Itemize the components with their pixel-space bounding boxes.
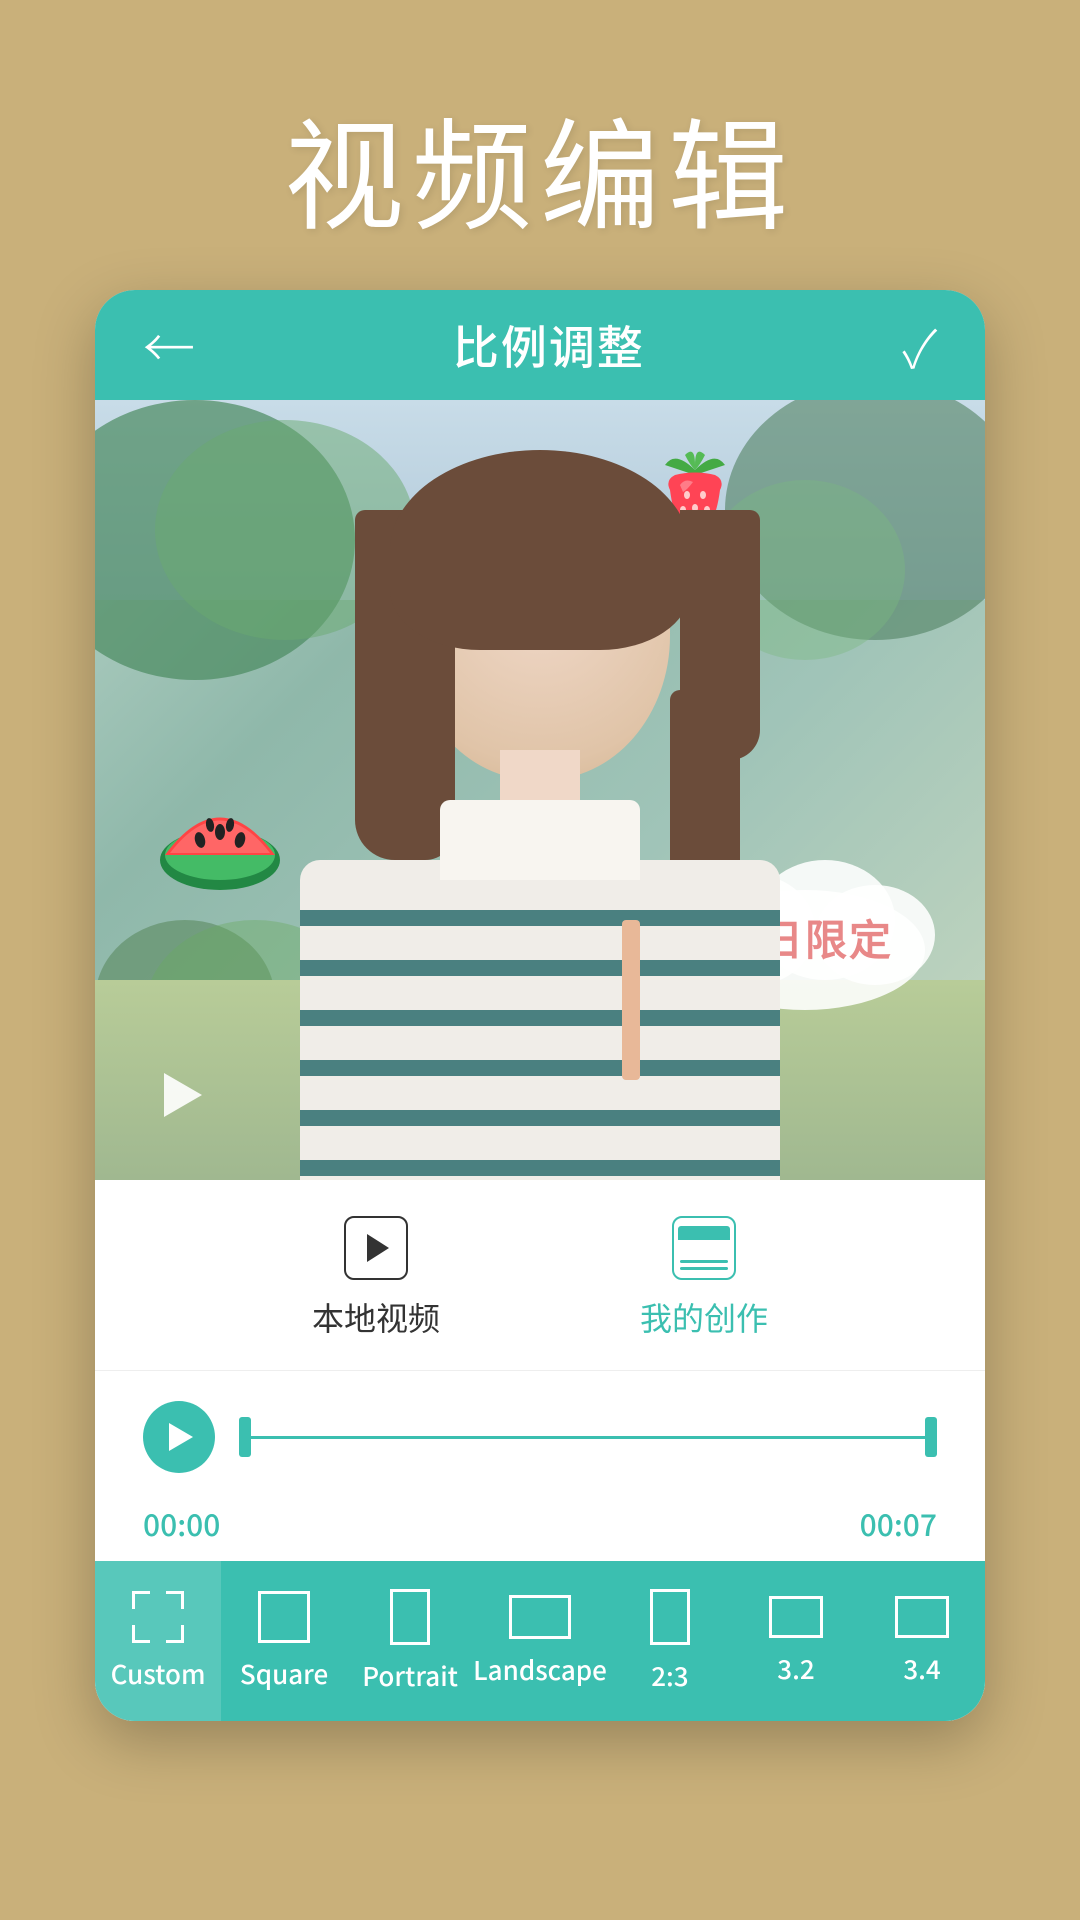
bag-strap xyxy=(622,920,640,1080)
ratio-landscape-label: Landscape xyxy=(473,1651,607,1688)
source-buttons-row: 本地视频 我的创作 xyxy=(95,1180,985,1371)
my-creation-button[interactable]: 我的创作 xyxy=(640,1216,768,1340)
timeline-play-button[interactable] xyxy=(143,1401,215,1473)
ratio-2-3-icon xyxy=(650,1589,690,1645)
ratio-3-2-label: 3.2 xyxy=(777,1650,814,1687)
play-circle-icon xyxy=(169,1423,193,1451)
ratio-3-2[interactable]: 3.2 xyxy=(733,1561,859,1721)
square-box xyxy=(258,1591,310,1643)
corner-br xyxy=(166,1625,184,1643)
page-title: 视频编辑 xyxy=(0,80,1080,254)
aspect-ratio-bar: Custom Square Portrait xyxy=(95,1561,985,1721)
sweater xyxy=(300,860,780,1180)
my-creation-label: 我的创作 xyxy=(640,1294,768,1340)
3-4-box xyxy=(895,1596,949,1638)
my-creation-icon xyxy=(672,1216,736,1280)
sweater-stripe xyxy=(300,1060,780,1076)
3-2-box xyxy=(769,1596,823,1638)
ratio-2-3[interactable]: 2:3 xyxy=(607,1561,733,1721)
corner-bl xyxy=(132,1625,150,1643)
playlist-line xyxy=(680,1267,728,1270)
ratio-3-4-icon xyxy=(895,1596,949,1638)
track-handle-right[interactable] xyxy=(925,1417,937,1457)
local-video-icon xyxy=(344,1216,408,1280)
ratio-square-icon xyxy=(258,1591,310,1643)
bottom-controls: 本地视频 我的创作 xyxy=(95,1180,985,1721)
expand-icon xyxy=(132,1591,184,1643)
timeline-track[interactable] xyxy=(239,1417,937,1457)
ratio-portrait-label: Portrait xyxy=(362,1657,458,1694)
video-play-button[interactable] xyxy=(145,1060,215,1130)
video-area: 今日限定 xyxy=(95,400,985,1180)
time-end: 00:07 xyxy=(860,1501,937,1545)
ratio-portrait[interactable]: Portrait xyxy=(347,1561,473,1721)
watermelon-svg xyxy=(155,760,285,890)
playlist-line xyxy=(680,1260,728,1263)
ratio-3-4-label: 3.4 xyxy=(903,1650,940,1687)
corner-tr xyxy=(166,1591,184,1609)
track-line xyxy=(239,1436,937,1439)
portrait-box xyxy=(390,1589,430,1645)
playlist-lines xyxy=(674,1260,734,1270)
sweater-stripe xyxy=(300,1110,780,1126)
2-3-box xyxy=(650,1589,690,1645)
ratio-portrait-icon xyxy=(390,1589,430,1645)
hair-top xyxy=(390,450,690,650)
local-video-button[interactable]: 本地视频 xyxy=(312,1216,440,1340)
ratio-square[interactable]: Square xyxy=(221,1561,347,1721)
header-bar: ← 比例调整 ✓ xyxy=(95,290,985,400)
track-handle-left[interactable] xyxy=(239,1417,251,1457)
sweater-stripe xyxy=(300,1160,780,1176)
sweater-stripe xyxy=(300,960,780,976)
sticker-watermelon xyxy=(155,760,285,890)
timeline-area xyxy=(95,1371,985,1493)
turtleneck-collar xyxy=(440,800,640,880)
play-icon xyxy=(367,1234,389,1262)
ratio-2-3-label: 2:3 xyxy=(651,1657,688,1694)
playlist-top-bar xyxy=(678,1226,730,1240)
play-icon xyxy=(164,1073,202,1117)
confirm-button[interactable]: ✓ xyxy=(903,308,937,383)
ratio-3-2-icon xyxy=(769,1596,823,1638)
sweater-stripe xyxy=(300,1010,780,1026)
back-button[interactable]: ← xyxy=(143,319,195,371)
time-start: 00:00 xyxy=(143,1501,220,1545)
screen-title: 比例调整 xyxy=(453,312,645,378)
landscape-box xyxy=(509,1595,571,1639)
time-labels: 00:00 00:07 xyxy=(95,1493,985,1561)
ratio-square-label: Square xyxy=(240,1655,328,1692)
ratio-landscape[interactable]: Landscape xyxy=(473,1561,607,1721)
ratio-custom-label: Custom xyxy=(111,1655,206,1692)
ratio-custom[interactable]: Custom xyxy=(95,1561,221,1721)
corner-tl xyxy=(132,1591,150,1609)
sweater-stripe xyxy=(300,910,780,926)
local-video-label: 本地视频 xyxy=(312,1294,440,1340)
phone-card: ← 比例调整 ✓ xyxy=(95,290,985,1721)
ratio-landscape-icon xyxy=(509,1595,571,1639)
ratio-3-4[interactable]: 3.4 xyxy=(859,1561,985,1721)
ratio-custom-icon xyxy=(132,1591,184,1643)
